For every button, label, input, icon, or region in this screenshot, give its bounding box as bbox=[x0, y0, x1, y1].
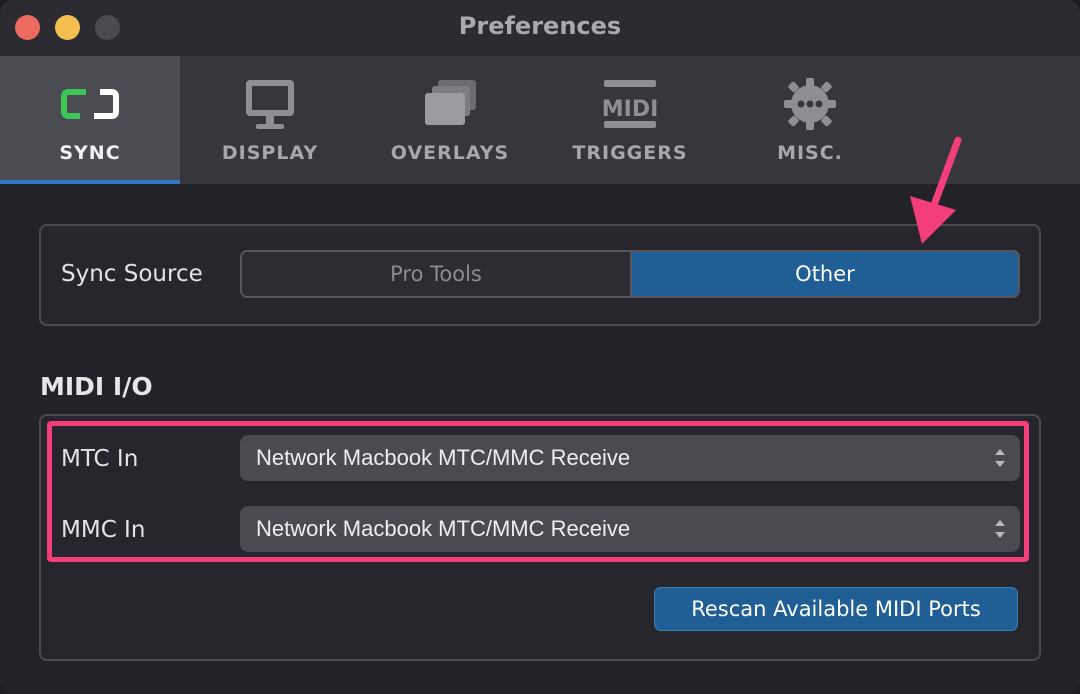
overlays-icon bbox=[425, 80, 476, 125]
window-title: Preferences bbox=[458, 12, 622, 40]
midi-icon: MIDI bbox=[602, 80, 659, 128]
tab-triggers-label: TRIGGERS bbox=[572, 142, 688, 164]
sync-source-segmented-control: Pro Tools Other bbox=[240, 250, 1020, 298]
annotation-arrow-icon bbox=[910, 136, 962, 244]
title-bar: Preferences bbox=[0, 0, 1080, 56]
svg-text:MIDI: MIDI bbox=[602, 97, 659, 122]
tab-sync-label: SYNC bbox=[59, 142, 121, 164]
tab-misc[interactable]: MISC. bbox=[720, 56, 900, 184]
monitor-icon bbox=[246, 80, 294, 129]
tab-sync[interactable]: SYNC bbox=[0, 56, 180, 184]
midi-inputs-highlight-annotation bbox=[47, 421, 1029, 562]
preferences-window: Preferences SYNC DISPLAY OVERLAYS MIDI T… bbox=[0, 0, 1080, 694]
sync-source-label: Sync Source bbox=[61, 261, 203, 287]
tab-display[interactable]: DISPLAY bbox=[180, 56, 360, 184]
tab-overlays[interactable]: OVERLAYS bbox=[360, 56, 540, 184]
rescan-midi-ports-button[interactable]: Rescan Available MIDI Ports bbox=[654, 587, 1018, 631]
tab-overlays-label: OVERLAYS bbox=[390, 142, 510, 164]
tab-display-label: DISPLAY bbox=[221, 142, 319, 164]
tab-misc-label: MISC. bbox=[777, 142, 843, 164]
sync-source-option-other[interactable]: Other bbox=[632, 252, 1018, 296]
sync-source-option-pro-tools[interactable]: Pro Tools bbox=[242, 252, 632, 296]
midi-io-heading: MIDI I/O bbox=[40, 372, 153, 401]
tab-triggers[interactable]: MIDI TRIGGERS bbox=[540, 56, 720, 184]
sync-icon bbox=[61, 89, 119, 119]
gear-icon bbox=[784, 78, 836, 130]
